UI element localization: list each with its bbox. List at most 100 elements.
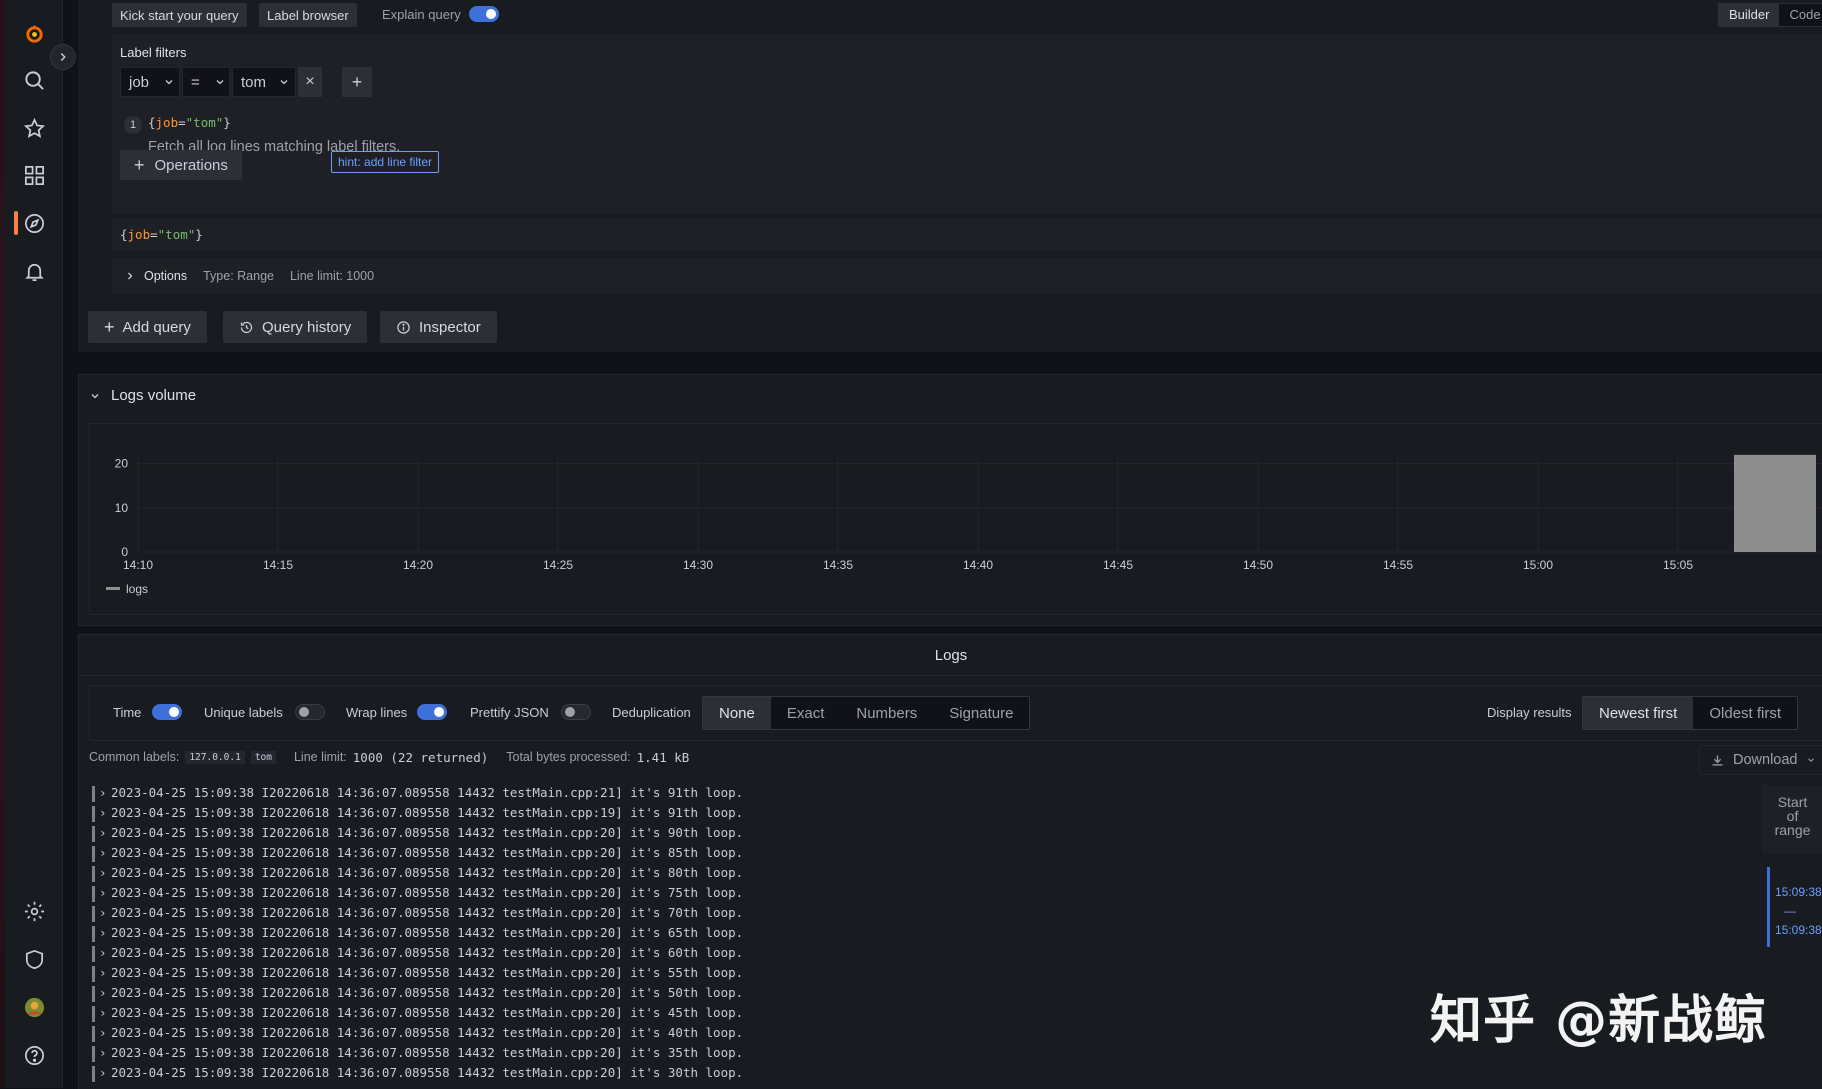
chevron-right-icon: › — [99, 985, 107, 1000]
log-row[interactable]: › 2023-04-25 15:09:38 I20220618 14:36:07.… — [92, 984, 743, 1002]
remove-filter-button[interactable]: × — [298, 67, 322, 97]
label-select[interactable]: job — [120, 67, 180, 97]
search-icon[interactable] — [17, 63, 51, 97]
avatar[interactable] — [17, 990, 51, 1024]
prettify-json-toggle[interactable] — [561, 704, 591, 720]
operations-label: Operations — [154, 156, 228, 174]
logs-controls-bar: Time Unique labels Wrap lines Prettify J… — [89, 685, 1822, 741]
log-row[interactable]: › 2023-04-25 15:09:38 I20220618 14:36:07.… — [92, 844, 743, 862]
log-row[interactable]: › 2023-04-25 15:09:38 I20220618 14:36:07.… — [92, 1024, 743, 1042]
logs-volume-title: Logs volume — [111, 387, 197, 404]
options-row[interactable]: Options Type: Range Line limit: 1000 — [112, 258, 1822, 294]
wrap-lines-toggle[interactable] — [417, 704, 447, 720]
shield-icon[interactable] — [17, 942, 51, 976]
explain-query-label: Explain query — [382, 7, 461, 22]
logs-volume-header[interactable]: Logs volume — [89, 387, 196, 404]
log-level-bar — [92, 1045, 95, 1062]
settings-icon[interactable] — [17, 894, 51, 928]
chevron-right-icon: › — [99, 1045, 107, 1060]
step-number: 1 — [124, 116, 142, 134]
time-toggle[interactable] — [152, 704, 182, 720]
operator-select[interactable]: = — [182, 67, 230, 97]
dedup-numbers-option[interactable]: Numbers — [840, 697, 933, 729]
line-limit-label: Line limit: — [293, 750, 347, 764]
log-level-bar — [92, 905, 95, 922]
inspector-button[interactable]: Inspector — [380, 311, 497, 343]
log-row[interactable]: › 2023-04-25 15:09:38 I20220618 14:36:07.… — [92, 824, 743, 842]
log-row[interactable]: › 2023-04-25 15:09:38 I20220618 14:36:07.… — [92, 784, 743, 802]
unique-labels-label: Unique labels — [204, 705, 283, 720]
chevron-right-icon: › — [99, 925, 107, 940]
grafana-logo-icon[interactable] — [17, 16, 51, 50]
chevron-right-icon: › — [99, 825, 107, 840]
label-browser-button[interactable]: Label browser — [259, 3, 357, 27]
logs-title: Logs — [79, 635, 1822, 676]
x-tick-label: 14:10 — [123, 558, 153, 572]
explore-icon[interactable] — [17, 206, 51, 240]
x-tick-label: 14:25 — [543, 558, 573, 572]
newest-first-option[interactable]: Newest first — [1583, 697, 1694, 729]
chevron-right-icon: › — [99, 805, 107, 820]
chevron-right-icon: › — [99, 965, 107, 980]
alerting-icon[interactable] — [17, 254, 51, 288]
kick-start-button[interactable]: Kick start your query — [112, 3, 247, 27]
value-select[interactable]: tom — [232, 67, 296, 97]
chevron-right-icon: › — [99, 785, 107, 800]
total-bytes-value: 1.41 kB — [636, 749, 690, 765]
sidebar — [0, 0, 63, 1088]
chevron-right-icon — [128, 272, 133, 280]
explain-query-toggle[interactable] — [469, 6, 499, 22]
log-row[interactable]: › 2023-04-25 15:09:38 I20220618 14:36:07.… — [92, 924, 743, 942]
log-row[interactable]: › 2023-04-25 15:09:38 I20220618 14:36:07.… — [92, 904, 743, 922]
log-row[interactable]: › 2023-04-25 15:09:38 I20220618 14:36:07.… — [92, 944, 743, 962]
range-times[interactable]: 15:09:38 — 15:09:38 — [1775, 883, 1822, 940]
log-line-text: 2023-04-25 15:09:38 I20220618 14:36:07.0… — [111, 905, 744, 920]
dedup-none-option[interactable]: None — [703, 697, 771, 729]
options-label: Options — [144, 269, 188, 283]
log-row[interactable]: › 2023-04-25 15:09:38 I20220618 14:36:07.… — [92, 804, 743, 822]
range-start-time: 15:09:38 — [1775, 885, 1822, 899]
dedup-signature-option[interactable]: Signature — [933, 697, 1029, 729]
x-tick-label: 14:50 — [1243, 558, 1273, 572]
expand-sidebar-button[interactable] — [50, 44, 76, 70]
log-row[interactable]: › 2023-04-25 15:09:38 I20220618 14:36:07.… — [92, 884, 743, 902]
step-expr-label: job — [155, 115, 179, 130]
query-history-label: Query history — [262, 318, 352, 336]
help-icon[interactable] — [17, 1038, 51, 1072]
log-line-text: 2023-04-25 15:09:38 I20220618 14:36:07.0… — [111, 845, 744, 860]
hint-add-line-filter-button[interactable]: hint: add line filter — [331, 151, 440, 173]
chevron-down-icon — [280, 80, 288, 85]
oldest-first-option[interactable]: Oldest first — [1693, 697, 1797, 729]
log-level-bar — [92, 825, 95, 842]
builder-mode-button[interactable]: Builder — [1719, 4, 1780, 26]
start-of-range-label[interactable]: Start of range — [1762, 785, 1822, 853]
log-line-text: 2023-04-25 15:09:38 I20220618 14:36:07.0… — [111, 945, 744, 960]
log-row[interactable]: › 2023-04-25 15:09:38 I20220618 14:36:07.… — [92, 1004, 743, 1022]
range-separator: — — [1784, 904, 1796, 918]
watermark: 知乎 @新战鲸 — [1430, 991, 1768, 1051]
y-tick-label: 10 — [115, 501, 129, 515]
editor-mode-switch: Builder Code — [1718, 3, 1822, 27]
log-row[interactable]: › 2023-04-25 15:09:38 I20220618 14:36:07.… — [92, 964, 743, 982]
star-icon[interactable] — [17, 111, 51, 145]
logs-volume-panel: Logs volume 0 10 20 14:10 14:15 14:20 14:25 14:… — [78, 374, 1822, 626]
x-tick-label: 14:45 — [1103, 558, 1133, 572]
download-button[interactable]: Download — [1699, 745, 1822, 775]
log-line-text: 2023-04-25 15:09:38 I20220618 14:36:07.0… — [111, 1065, 744, 1080]
log-level-bar — [92, 925, 95, 942]
chevron-right-icon: › — [99, 845, 107, 860]
add-query-button[interactable]: + Add query — [88, 311, 207, 343]
chevron-down-icon — [216, 80, 224, 85]
start-of-range-text: Start of range — [1774, 794, 1811, 838]
log-row[interactable]: › 2023-04-25 15:09:38 I20220618 14:36:07.… — [92, 864, 743, 882]
code-mode-button[interactable]: Code — [1779, 4, 1822, 26]
log-row[interactable]: › 2023-04-25 15:09:38 I20220618 14:36:07.… — [92, 1064, 743, 1082]
unique-labels-toggle[interactable] — [295, 704, 325, 720]
query-history-button[interactable]: Query history — [223, 311, 368, 343]
common-labels-label: Common labels: — [89, 750, 180, 764]
dedup-exact-option[interactable]: Exact — [771, 697, 841, 729]
operations-button[interactable]: + Operations — [120, 150, 242, 180]
dashboards-icon[interactable] — [17, 158, 51, 192]
log-row[interactable]: › 2023-04-25 15:09:38 I20220618 14:36:07.… — [92, 1044, 743, 1062]
add-filter-button[interactable]: + — [342, 67, 372, 97]
